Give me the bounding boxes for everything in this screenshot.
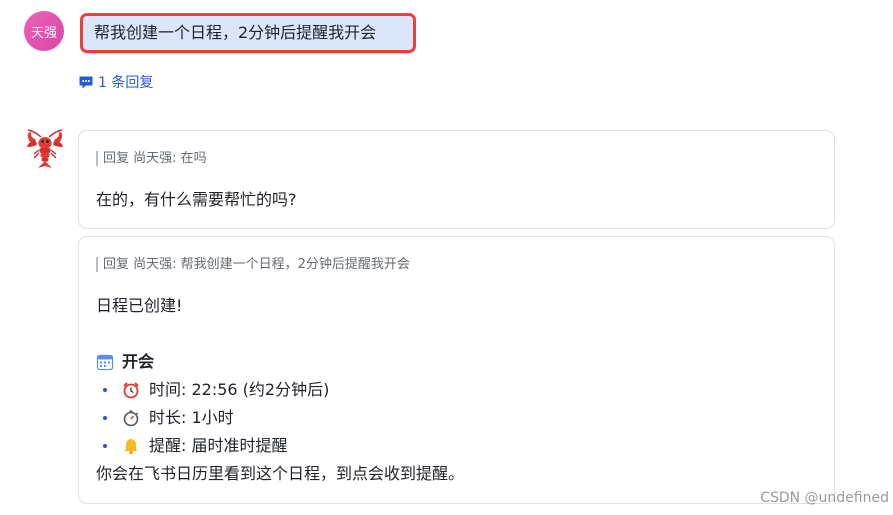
list-item: 时间: 22:56 (约2分钟后) bbox=[103, 379, 329, 401]
event-duration-text: 时长: 1小时 bbox=[149, 408, 234, 427]
user-avatar-text: 天强 bbox=[30, 25, 57, 41]
lobster-icon[interactable] bbox=[24, 128, 66, 170]
thread-reply-link[interactable]: 1 条回复 bbox=[79, 72, 153, 92]
bot-message-text: 在的，有什么需要帮忙的吗? bbox=[96, 190, 297, 209]
user-message-bubble[interactable]: 帮我创建一个日程，2分钟后提醒我开会 bbox=[80, 13, 416, 53]
bell-icon bbox=[124, 439, 138, 455]
user-avatar[interactable]: 天强 bbox=[24, 11, 64, 51]
alarm-clock-icon bbox=[123, 382, 139, 399]
watermark: CSDN @undefined bbox=[760, 490, 889, 506]
event-heading: 开会 bbox=[96, 351, 154, 373]
comment-icon bbox=[79, 76, 93, 89]
bullet-dot bbox=[103, 416, 107, 420]
stopwatch-icon bbox=[123, 410, 139, 427]
reply-quote: 回复 尚天强: 帮我创建一个日程，2分钟后提醒我开会 bbox=[96, 257, 410, 272]
thread-reply-count: 1 条回复 bbox=[98, 75, 154, 91]
bullet-dot bbox=[103, 444, 107, 448]
schedule-created-text: 日程已创建! bbox=[96, 296, 183, 315]
bullet-dot bbox=[103, 388, 107, 392]
bot-message-card[interactable]: 回复 尚天强: 在吗 在的，有什么需要帮忙的吗? bbox=[78, 130, 835, 229]
bot-footer-text: 你会在飞书日历里看到这个日程，到点会收到提醒。 bbox=[96, 464, 465, 483]
event-reminder-text: 提醒: 届时准时提醒 bbox=[149, 436, 288, 455]
calendar-icon bbox=[96, 354, 114, 371]
reply-quote: 回复 尚天强: 在吗 bbox=[96, 151, 207, 166]
list-item: 提醒: 届时准时提醒 bbox=[103, 435, 287, 457]
list-item: 时长: 1小时 bbox=[103, 407, 234, 429]
event-title: 开会 bbox=[122, 352, 155, 371]
user-message-text: 帮我创建一个日程，2分钟后提醒我开会 bbox=[94, 23, 377, 42]
event-time-text: 时间: 22:56 (约2分钟后) bbox=[149, 380, 330, 399]
bot-message-card[interactable]: 回复 尚天强: 帮我创建一个日程，2分钟后提醒我开会 日程已创建! 开会 时间:… bbox=[78, 236, 835, 504]
